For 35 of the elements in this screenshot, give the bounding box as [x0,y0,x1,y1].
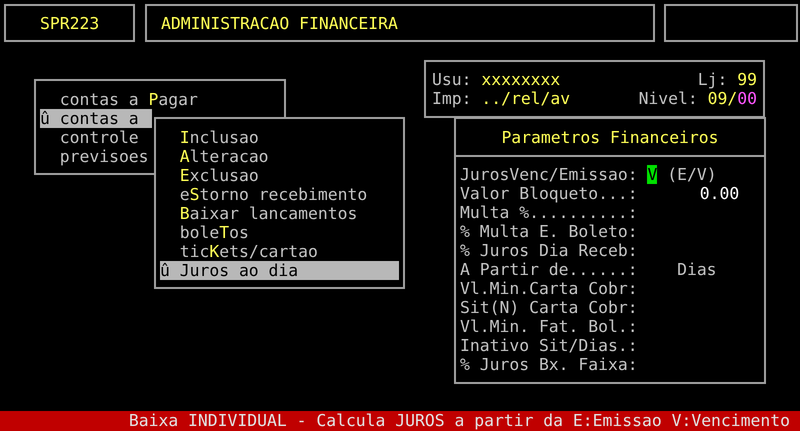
field-label: Valor Bloqueto...: [460,184,638,203]
printer-field: Imp: ../rel/av [432,89,570,108]
field-label: % Juros Dia Receb: [460,241,638,260]
field-hint: (E/V) [667,165,717,184]
menu-item[interactable]: û Juros ao dia [160,261,399,280]
menu-item[interactable]: Alteracao [160,147,399,166]
choice-input[interactable]: V [647,165,658,184]
unit-label: Dias [677,260,717,279]
user-field: Usu: xxxxxxxx [432,70,560,89]
parameters-title: Parametros Financeiros [501,128,719,147]
field-label: Vl.Min.Carta Cobr: [460,279,638,298]
menu-item[interactable]: Baixar lancamentos [160,204,399,223]
field-label: Multa %..........: [460,203,638,222]
field-label: A Partir de......: [460,260,638,279]
store-field: Lj: 99 [698,70,757,89]
screen-title: ADMINISTRACAO FINANCEIRA [161,14,398,33]
menu-item[interactable]: Exclusao [160,166,399,185]
menu-item[interactable]: Inclusao [160,128,399,147]
menu-item[interactable]: controle [40,128,152,147]
menu-item[interactable]: contas a Pagar [40,90,198,109]
menu-item[interactable]: boleTos [160,223,399,242]
field-label: % Juros Bx. Faixa: [460,355,638,374]
status-message: Baixa INDIVIDUAL - Calcula JUROS a partir da E:Emissao V:Vencimento [128,411,790,430]
program-code: SPR223 [40,14,100,33]
field-label: Inativo Sit/Dias.: [460,336,638,355]
field-label: Sit(N) Carta Cobr: [460,298,638,317]
menu-item[interactable]: eStorno recebimento [160,185,399,204]
field-label: JurosVenc/Emissao: [460,165,638,184]
field-label: Vl.Min. Fat. Bol.: [460,317,638,336]
level-field: Nivel: 09/00 [638,89,757,108]
menu-item[interactable]: û contas a [40,109,152,128]
menu-item[interactable]: previsoes [40,147,152,166]
amount-value[interactable]: 0.00 [700,184,740,203]
field-label: % Multa E. Boleto: [460,222,638,241]
menu-item[interactable]: ticKets/cartao [160,242,399,261]
